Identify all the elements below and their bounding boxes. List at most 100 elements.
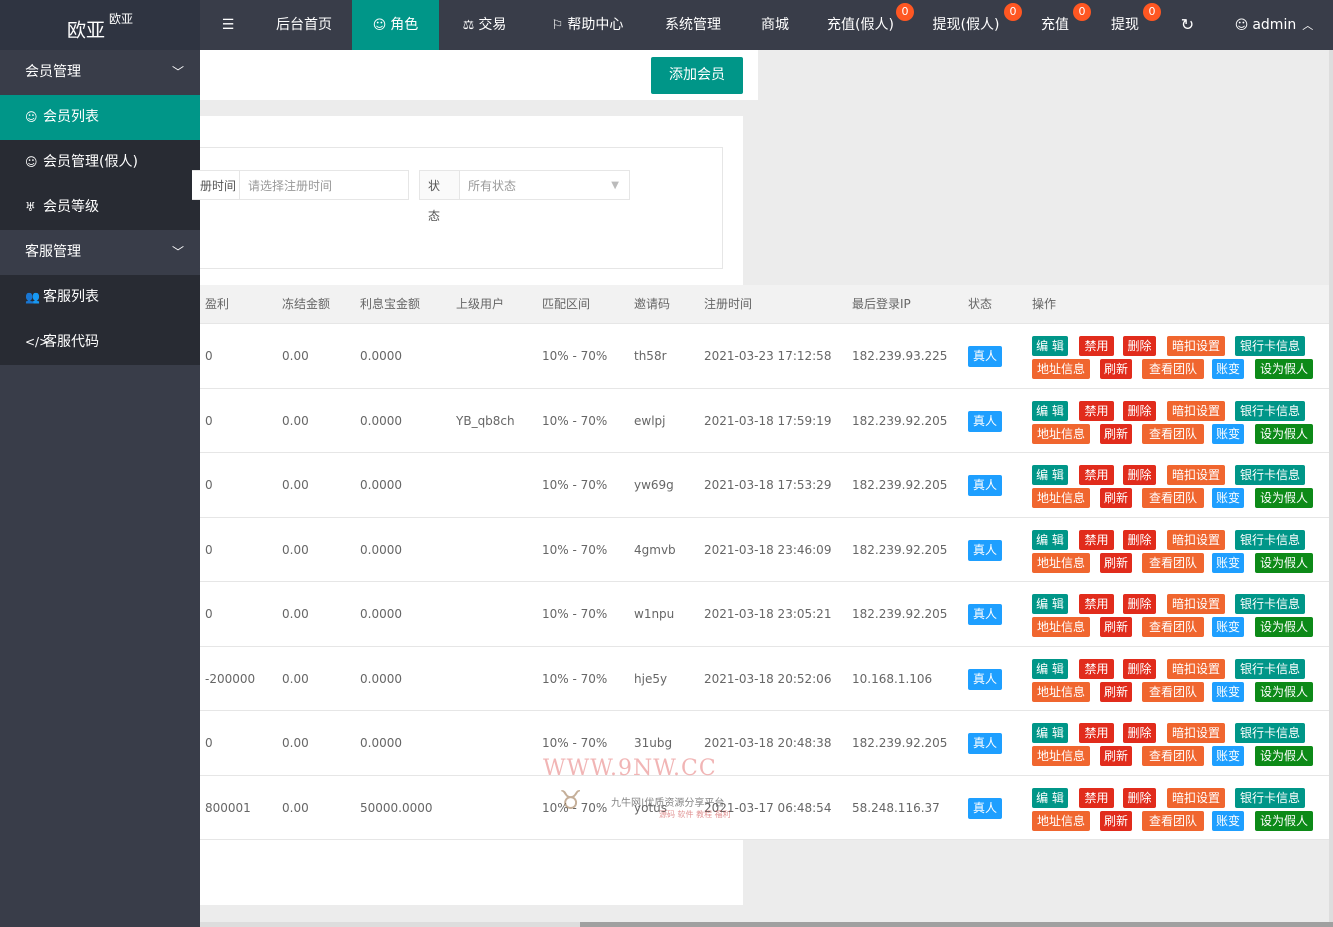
view-team-button[interactable]: 查看团队 [1142, 552, 1204, 573]
user-menu[interactable]: ☺ admin ︿ [1215, 0, 1333, 50]
sidebar-group-service[interactable]: 客服管理 ﹀ [0, 230, 200, 275]
set-fake-button[interactable]: 设为假人 [1255, 746, 1313, 766]
balance-change-button[interactable]: 账变 [1212, 617, 1244, 637]
refresh-row-button[interactable]: 刷新 [1100, 488, 1132, 508]
delete-button[interactable]: 删除 [1123, 723, 1156, 743]
bank-card-button[interactable]: 银行卡信息 [1235, 336, 1305, 356]
disable-button[interactable]: 禁用 [1079, 400, 1114, 421]
nav-system[interactable]: 系统管理 [645, 0, 741, 50]
address-button[interactable]: 地址信息 [1032, 681, 1090, 702]
edit-button[interactable]: 编 辑 [1032, 658, 1068, 679]
set-fake-button[interactable]: 设为假人 [1255, 810, 1313, 831]
delete-button[interactable]: 删除 [1123, 465, 1156, 485]
address-button[interactable]: 地址信息 [1032, 810, 1090, 831]
bank-card-button[interactable]: 银行卡信息 [1235, 723, 1305, 743]
bank-card-button[interactable]: 银行卡信息 [1235, 658, 1305, 679]
sidebar-item-service-code[interactable]: </>客服代码 [0, 320, 200, 365]
balance-change-button[interactable]: 账变 [1212, 359, 1244, 379]
view-team-button[interactable]: 查看团队 [1142, 617, 1204, 637]
set-fake-button[interactable]: 设为假人 [1255, 552, 1313, 573]
menu-toggle-button[interactable]: ☰ [200, 0, 256, 50]
set-fake-button[interactable]: 设为假人 [1255, 423, 1313, 444]
disable-button[interactable]: 禁用 [1079, 723, 1114, 743]
bank-card-button[interactable]: 银行卡信息 [1235, 594, 1305, 614]
view-team-button[interactable]: 查看团队 [1142, 359, 1204, 379]
refresh-row-button[interactable]: 刷新 [1100, 810, 1132, 831]
vertical-scrollbar[interactable] [1329, 50, 1333, 922]
address-button[interactable]: 地址信息 [1032, 552, 1090, 573]
nav-home[interactable]: 后台首页 [256, 0, 352, 50]
delete-button[interactable]: 删除 [1123, 787, 1156, 808]
sidebar-item-fake-member[interactable]: ☺ 会员管理(假人) [0, 140, 200, 185]
edit-button[interactable]: 编 辑 [1032, 465, 1068, 485]
horizontal-scrollbar[interactable] [200, 922, 1333, 927]
scrollbar-thumb[interactable] [580, 922, 1333, 927]
set-fake-button[interactable]: 设为假人 [1255, 488, 1313, 508]
hidden-deduct-button[interactable]: 暗扣设置 [1167, 787, 1225, 808]
nav-recharge-fake[interactable]: 充值(假人) 0 [809, 0, 914, 50]
hidden-deduct-button[interactable]: 暗扣设置 [1167, 529, 1225, 550]
delete-button[interactable]: 删除 [1123, 658, 1156, 679]
balance-change-button[interactable]: 账变 [1212, 810, 1244, 831]
nav-withdraw[interactable]: 提现 0 [1090, 0, 1161, 50]
nav-shop[interactable]: 商城 [741, 0, 809, 50]
refresh-row-button[interactable]: 刷新 [1100, 681, 1132, 702]
nav-recharge[interactable]: 充值 0 [1020, 0, 1091, 50]
bank-card-button[interactable]: 银行卡信息 [1235, 787, 1305, 808]
hidden-deduct-button[interactable]: 暗扣设置 [1167, 465, 1225, 485]
bank-card-button[interactable]: 银行卡信息 [1235, 465, 1305, 485]
hidden-deduct-button[interactable]: 暗扣设置 [1167, 336, 1225, 356]
view-team-button[interactable]: 查看团队 [1142, 488, 1204, 508]
hidden-deduct-button[interactable]: 暗扣设置 [1167, 400, 1225, 421]
edit-button[interactable]: 编 辑 [1032, 529, 1068, 550]
disable-button[interactable]: 禁用 [1079, 594, 1114, 614]
view-team-button[interactable]: 查看团队 [1142, 810, 1204, 831]
address-button[interactable]: 地址信息 [1032, 488, 1090, 508]
balance-change-button[interactable]: 账变 [1212, 552, 1244, 573]
bank-card-button[interactable]: 银行卡信息 [1235, 400, 1305, 421]
refresh-row-button[interactable]: 刷新 [1100, 359, 1132, 379]
reg-time-input[interactable]: 请选择注册时间 [239, 170, 409, 200]
balance-change-button[interactable]: 账变 [1212, 746, 1244, 766]
delete-button[interactable]: 删除 [1123, 336, 1156, 356]
set-fake-button[interactable]: 设为假人 [1255, 359, 1313, 379]
nav-help[interactable]: ⚐ 帮助中心 [530, 0, 645, 50]
address-button[interactable]: 地址信息 [1032, 746, 1090, 766]
disable-button[interactable]: 禁用 [1079, 336, 1114, 356]
disable-button[interactable]: 禁用 [1079, 529, 1114, 550]
edit-button[interactable]: 编 辑 [1032, 336, 1068, 356]
sidebar-item-service-list[interactable]: 👥 客服列表 [0, 275, 200, 320]
nav-role[interactable]: ☺ 角色 [352, 0, 439, 50]
add-member-button[interactable]: 添加会员 [651, 57, 743, 94]
set-fake-button[interactable]: 设为假人 [1255, 617, 1313, 637]
nav-trade[interactable]: ⚖ 交易 [439, 0, 530, 50]
edit-button[interactable]: 编 辑 [1032, 787, 1068, 808]
balance-change-button[interactable]: 账变 [1212, 681, 1244, 702]
address-button[interactable]: 地址信息 [1032, 617, 1090, 637]
disable-button[interactable]: 禁用 [1079, 787, 1114, 808]
delete-button[interactable]: 删除 [1123, 400, 1156, 421]
address-button[interactable]: 地址信息 [1032, 359, 1090, 379]
edit-button[interactable]: 编 辑 [1032, 723, 1068, 743]
bank-card-button[interactable]: 银行卡信息 [1235, 529, 1305, 550]
disable-button[interactable]: 禁用 [1079, 658, 1114, 679]
nav-withdraw-fake[interactable]: 提现(假人) 0 [912, 0, 1022, 50]
refresh-row-button[interactable]: 刷新 [1100, 617, 1132, 637]
edit-button[interactable]: 编 辑 [1032, 594, 1068, 614]
app-logo[interactable]: 欧亚欧亚 [0, 0, 200, 50]
refresh-button[interactable]: ↻ [1160, 0, 1215, 50]
set-fake-button[interactable]: 设为假人 [1255, 681, 1313, 702]
edit-button[interactable]: 编 辑 [1032, 400, 1068, 421]
refresh-row-button[interactable]: 刷新 [1100, 746, 1132, 766]
view-team-button[interactable]: 查看团队 [1142, 681, 1204, 702]
sidebar-item-member-list[interactable]: ☺ 会员列表 [0, 95, 200, 140]
status-select[interactable]: 所有状态 ▼ [459, 170, 630, 200]
hidden-deduct-button[interactable]: 暗扣设置 [1167, 723, 1225, 743]
hidden-deduct-button[interactable]: 暗扣设置 [1167, 594, 1225, 614]
delete-button[interactable]: 删除 [1123, 529, 1156, 550]
balance-change-button[interactable]: 账变 [1212, 488, 1244, 508]
delete-button[interactable]: 删除 [1123, 594, 1156, 614]
hidden-deduct-button[interactable]: 暗扣设置 [1167, 658, 1225, 679]
sidebar-item-member-level[interactable]: ♅ 会员等级 [0, 185, 200, 230]
address-button[interactable]: 地址信息 [1032, 423, 1090, 444]
